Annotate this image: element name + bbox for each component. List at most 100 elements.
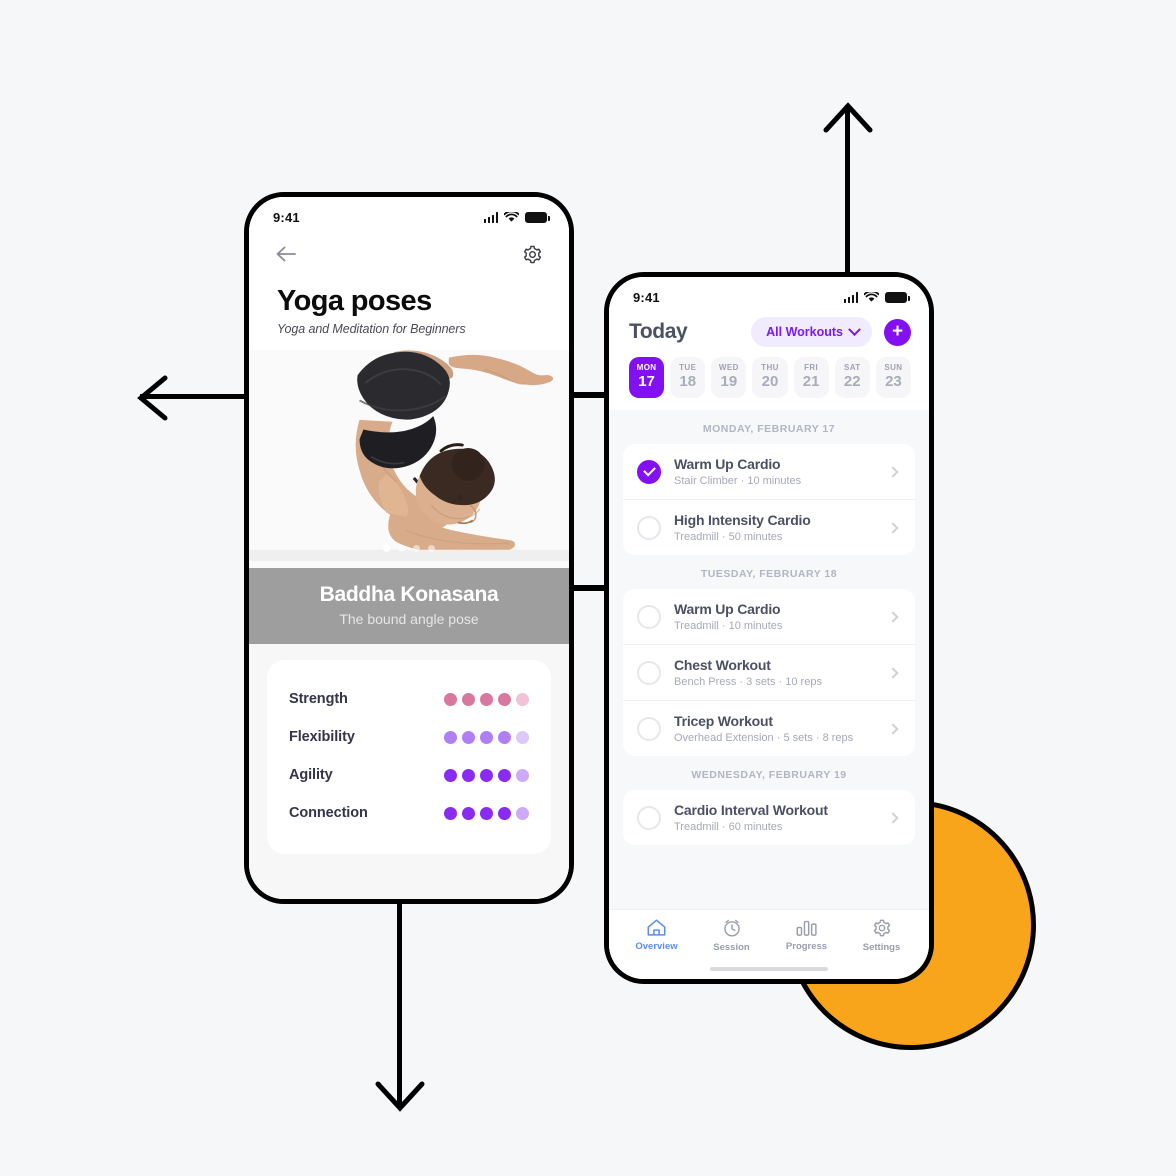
phone-left-yoga-app: 9:41	[244, 192, 574, 904]
workout-row[interactable]: Chest Workout Bench Press · 3 sets · 10 …	[623, 645, 915, 701]
add-workout-button[interactable]: +	[884, 319, 911, 346]
chevron-right-icon	[887, 611, 898, 622]
workout-name: Tricep Workout	[674, 713, 876, 729]
yoga-pose-photo[interactable]	[249, 350, 569, 568]
day-chip-sat[interactable]: SAT 22	[835, 357, 870, 398]
stat-label: Strength	[289, 691, 348, 707]
day-chip-dow: TUE	[670, 363, 705, 372]
gear-icon	[872, 918, 892, 938]
home-icon	[646, 918, 667, 937]
tab-settings[interactable]: Settings	[844, 918, 919, 953]
workout-checkbox[interactable]	[637, 516, 661, 540]
bar-chart-icon	[796, 918, 818, 937]
workout-name: Warm Up Cardio	[674, 601, 876, 617]
page-title: Today	[629, 320, 687, 344]
workout-checkbox[interactable]	[637, 605, 661, 629]
gear-icon[interactable]	[519, 241, 545, 267]
photo-pagination-dots[interactable]	[249, 545, 569, 552]
battery-icon	[885, 292, 907, 303]
workout-checkbox[interactable]	[637, 717, 661, 741]
day-chip-fri[interactable]: FRI 21	[794, 357, 829, 398]
plus-icon: +	[892, 322, 903, 341]
workout-list[interactable]: MONDAY, FEBRUARY 17 Warm Up Cardio Stair…	[609, 410, 929, 909]
day-chip-dow: WED	[711, 363, 746, 372]
workout-checkbox[interactable]	[637, 806, 661, 830]
bottom-tab-bar[interactable]: Overview Session	[609, 909, 929, 959]
home-indicator	[609, 959, 929, 979]
tab-label: Overview	[635, 941, 677, 952]
tab-label: Session	[713, 942, 749, 953]
workout-meta: Treadmill · 50 minutes	[674, 531, 876, 543]
stat-label: Agility	[289, 767, 333, 783]
day-chip-dow: FRI	[794, 363, 829, 372]
day-chip-num: 23	[876, 373, 911, 390]
pose-description: The bound angle pose	[259, 611, 559, 627]
day-chip-num: 20	[752, 373, 787, 390]
phone-right-workout-app: 9:41 Today All Workouts	[604, 272, 934, 984]
stat-row: Agility	[289, 756, 529, 794]
workout-group: Cardio Interval Workout Treadmill · 60 m…	[623, 790, 915, 845]
pagination-dot[interactable]	[413, 545, 420, 552]
pose-caption: Baddha Konasana The bound angle pose	[249, 568, 569, 644]
pagination-dot[interactable]	[428, 545, 435, 552]
chevron-right-icon	[887, 812, 898, 823]
workout-meta: Treadmill · 60 minutes	[674, 821, 876, 833]
down-arrow-head	[372, 1078, 428, 1118]
page-title: Yoga poses	[277, 285, 541, 318]
chevron-right-icon	[887, 466, 898, 477]
status-time: 9:41	[633, 290, 660, 305]
workout-meta: Treadmill · 10 minutes	[674, 620, 876, 632]
workout-row[interactable]: Tricep Workout Overhead Extension · 5 se…	[623, 701, 915, 756]
day-group-heading: TUESDAY, FEBRUARY 18	[623, 555, 915, 589]
workout-checkbox[interactable]	[637, 661, 661, 685]
workout-row[interactable]: High Intensity Cardio Treadmill · 50 min…	[623, 500, 915, 555]
workout-meta: Bench Press · 3 sets · 10 reps	[674, 676, 876, 688]
day-chip-num: 19	[711, 373, 746, 390]
day-chip-wed[interactable]: WED 19	[711, 357, 746, 398]
day-chip-num: 17	[629, 373, 664, 390]
stat-row: Strength	[289, 680, 529, 718]
stat-pips	[444, 731, 529, 744]
status-bar-right: 9:41	[609, 277, 929, 311]
tab-label: Progress	[786, 941, 827, 952]
day-chip-thu[interactable]: THU 20	[752, 357, 787, 398]
left-arrow-head	[131, 372, 171, 424]
week-day-selector[interactable]: MON 17 TUE 18 WED 19 THU 20 FRI 21	[609, 357, 929, 410]
pose-name: Baddha Konasana	[259, 583, 559, 607]
stat-row: Connection	[289, 794, 529, 832]
day-chip-dow: THU	[752, 363, 787, 372]
status-bar-left: 9:41	[249, 197, 569, 231]
day-chip-dow: SAT	[835, 363, 870, 372]
chevron-down-icon	[848, 323, 861, 336]
day-chip-mon[interactable]: MON 17	[629, 357, 664, 398]
day-group-heading: MONDAY, FEBRUARY 17	[623, 410, 915, 444]
pagination-dot[interactable]	[383, 545, 390, 552]
workout-name: High Intensity Cardio	[674, 512, 876, 528]
yoga-pose-illustration	[249, 350, 569, 561]
alarm-clock-icon	[722, 918, 742, 938]
up-arrow-head	[820, 96, 876, 136]
today-header: Today All Workouts +	[609, 311, 929, 357]
workout-row[interactable]: Cardio Interval Workout Treadmill · 60 m…	[623, 790, 915, 845]
workout-row[interactable]: Warm Up Cardio Stair Climber · 10 minute…	[623, 444, 915, 500]
left-heading-block: Yoga poses Yoga and Meditation for Begin…	[249, 271, 569, 350]
stat-label: Flexibility	[289, 729, 355, 745]
tab-overview[interactable]: Overview	[619, 918, 694, 953]
down-arrow-shaft	[397, 900, 402, 1105]
tab-progress[interactable]: Progress	[769, 918, 844, 953]
cellular-signal-icon	[844, 292, 859, 303]
tab-session[interactable]: Session	[694, 918, 769, 953]
chevron-right-icon	[887, 667, 898, 678]
stats-section: Strength Flexibility Agility	[249, 644, 569, 904]
day-chip-sun[interactable]: SUN 23	[876, 357, 911, 398]
status-time: 9:41	[273, 210, 300, 225]
workout-group: Warm Up Cardio Treadmill · 10 minutes Ch…	[623, 589, 915, 756]
workout-row[interactable]: Warm Up Cardio Treadmill · 10 minutes	[623, 589, 915, 645]
pagination-dot[interactable]	[398, 545, 405, 552]
workout-checkbox-checked[interactable]	[637, 460, 661, 484]
left-top-bar	[249, 231, 569, 271]
all-workouts-filter-dropdown[interactable]: All Workouts	[751, 317, 872, 347]
workout-meta: Overhead Extension · 5 sets · 8 reps	[674, 732, 876, 744]
back-arrow-icon[interactable]	[273, 241, 299, 267]
day-chip-tue[interactable]: TUE 18	[670, 357, 705, 398]
